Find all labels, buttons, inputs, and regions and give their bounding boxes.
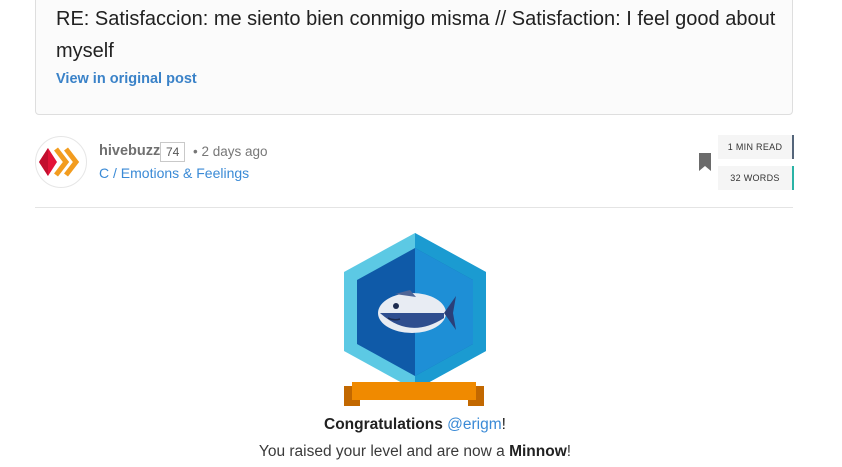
author-name[interactable]: hivebuzz — [99, 143, 160, 159]
bookmark-icon[interactable] — [699, 153, 711, 171]
congrats-suffix: ! — [501, 416, 506, 433]
congrats-prefix: Congratulations — [324, 416, 448, 433]
parent-post-card: RE: Satisfaccion: me siento bien conmigo… — [35, 0, 793, 115]
word-count-badge: 32 WORDS — [718, 166, 794, 190]
parent-post-title: RE: Satisfaccion: me siento bien conmigo… — [56, 8, 776, 62]
view-original-post-link[interactable]: View in original post — [56, 71, 197, 87]
community-link[interactable]: C / Emotions & Feelings — [99, 165, 249, 181]
reputation-badge: 74 — [160, 142, 186, 162]
level-suffix: ! — [566, 443, 572, 460]
level-prefix: You raised your level and are now a — [258, 443, 510, 460]
avatar[interactable] — [35, 136, 87, 188]
post-timestamp[interactable]: • 2 days ago — [193, 144, 268, 159]
hivebuzz-logo-icon — [39, 147, 80, 177]
mentioned-user-link[interactable]: @erigm — [447, 416, 502, 433]
header-divider — [35, 207, 793, 208]
congratulations-text: Congratulations @erigm! — [0, 416, 830, 434]
level-up-text: You raised your level and are now a Minn… — [0, 443, 830, 461]
level-name: Minnow — [509, 443, 567, 460]
read-time-badge: 1 MIN READ — [718, 135, 794, 159]
minnow-badge-image — [344, 233, 486, 406]
